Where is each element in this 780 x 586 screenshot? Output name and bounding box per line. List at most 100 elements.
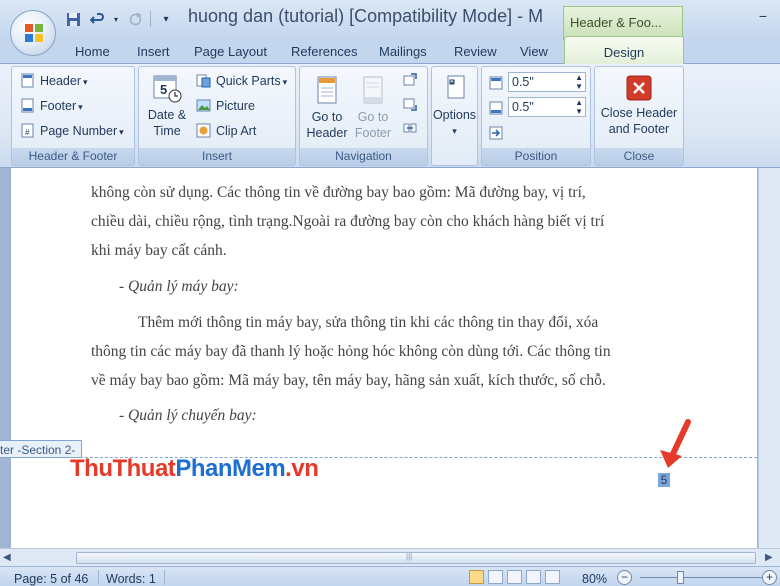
redo-icon[interactable] bbox=[126, 10, 144, 28]
web-layout-view-icon[interactable] bbox=[507, 570, 522, 584]
zoom-level[interactable]: 80% bbox=[582, 572, 607, 586]
tab-page-layout[interactable]: Page Layout bbox=[194, 44, 267, 59]
tab-mailings[interactable]: Mailings bbox=[379, 44, 427, 59]
svg-text:#: # bbox=[25, 128, 30, 137]
watermark-text-c: .vn bbox=[285, 455, 319, 482]
go-to-header-icon bbox=[317, 76, 337, 104]
full-screen-reading-view-icon[interactable] bbox=[488, 570, 503, 584]
picture-label: Picture bbox=[216, 98, 255, 113]
footer-label: Footer bbox=[40, 99, 83, 113]
horizontal-scroll-thumb[interactable] bbox=[76, 552, 756, 564]
scroll-grip-icon: ||| bbox=[406, 552, 413, 561]
tab-references[interactable]: References bbox=[291, 44, 357, 59]
zoom-slider-track[interactable] bbox=[640, 577, 770, 578]
customize-icon[interactable]: ▾ bbox=[157, 10, 175, 28]
date-time-label-1: Date & bbox=[147, 108, 187, 122]
group-label-navigation: Navigation bbox=[300, 148, 427, 165]
scroll-right-icon[interactable]: ▶ bbox=[765, 552, 773, 563]
ribbon: Header Footer # Page Number Header & Foo… bbox=[0, 64, 780, 168]
clip-art-label: Clip Art bbox=[216, 123, 257, 138]
horizontal-scrollbar[interactable]: ◀ ||| ▶ bbox=[0, 548, 780, 566]
footer-spin-arrows[interactable]: ▲ ▼ bbox=[575, 98, 583, 116]
group-options: Options ▾ bbox=[431, 66, 478, 166]
close-header-footer-button[interactable]: Close Header and Footer bbox=[595, 75, 683, 137]
zoom-slider-thumb[interactable] bbox=[677, 571, 684, 584]
zoom-in-button[interactable]: + bbox=[762, 570, 777, 585]
word-count[interactable]: Words: 1 bbox=[106, 572, 156, 586]
header-button[interactable]: Header bbox=[20, 73, 88, 88]
window-title: huong dan (tutorial) [Compatibility Mode… bbox=[188, 6, 544, 26]
go-to-header-button[interactable]: Go to Header bbox=[304, 75, 350, 141]
calendar-day: 5 bbox=[160, 82, 167, 97]
group-position: 0.5" ▲ ▼ 0.5" ▲ ▼ Position bbox=[481, 66, 591, 166]
status-bar: Page: 5 of 46 Words: 1 80% − + bbox=[0, 566, 780, 586]
go-to-header-label-2: Header bbox=[306, 126, 348, 140]
status-separator bbox=[164, 570, 165, 585]
next-section-icon[interactable] bbox=[403, 97, 417, 111]
status-separator bbox=[98, 570, 99, 585]
insert-alignment-tab-icon[interactable] bbox=[488, 125, 504, 141]
link-to-previous-icon[interactable] bbox=[403, 121, 417, 135]
quick-parts-label: Quick Parts bbox=[216, 74, 287, 88]
footer-from-bottom-value: 0.5" bbox=[512, 100, 534, 114]
page-number-button[interactable]: # Page Number bbox=[20, 123, 124, 138]
options-label: Options bbox=[432, 108, 477, 122]
header-label: Header bbox=[40, 74, 88, 88]
group-label-insert: Insert bbox=[139, 148, 295, 165]
qat-separator bbox=[150, 11, 151, 27]
title-bar: ▾ ▾ huong dan (tutorial) [Compatibility … bbox=[0, 0, 780, 40]
picture-button[interactable]: Picture bbox=[196, 98, 255, 113]
minimize-button[interactable]: − bbox=[748, 8, 778, 26]
previous-section-icon[interactable] bbox=[403, 73, 417, 87]
footer-from-bottom-input[interactable]: 0.5" ▲ ▼ bbox=[508, 97, 586, 117]
clip-art-icon bbox=[196, 123, 211, 138]
header-icon bbox=[21, 73, 34, 88]
header-spin-arrows[interactable]: ▲ ▼ bbox=[575, 73, 583, 91]
document-line: Thêm mới thông tin máy bay, sửa thông ti… bbox=[138, 314, 599, 331]
section-heading: - Quản lý chuyến bay: bbox=[119, 407, 257, 424]
options-icon bbox=[447, 75, 464, 99]
group-header-footer: Header Footer # Page Number Header & Foo… bbox=[11, 66, 135, 166]
document-line: chiều dài, chiều rộng, tình trạng.Ngoài … bbox=[91, 213, 605, 230]
go-to-header-label-1: Go to bbox=[311, 110, 343, 124]
go-to-footer-button[interactable]: Go to Footer bbox=[350, 75, 396, 141]
tab-design[interactable]: Design bbox=[564, 36, 684, 65]
scroll-left-icon[interactable]: ◀ bbox=[3, 552, 11, 563]
watermark-logo: ThuThuatPhanMem.vn bbox=[70, 455, 319, 483]
footer-button[interactable]: Footer bbox=[20, 98, 83, 113]
vertical-scrollbar[interactable] bbox=[758, 168, 780, 548]
go-to-footer-icon bbox=[363, 76, 383, 104]
options-dropdown-icon: ▾ bbox=[452, 126, 457, 136]
quick-access-toolbar: ▾ ▾ bbox=[64, 8, 175, 30]
save-icon[interactable] bbox=[64, 10, 82, 28]
print-layout-view-icon[interactable] bbox=[469, 570, 484, 584]
undo-icon[interactable] bbox=[88, 10, 106, 28]
page-number-label: Page Number bbox=[40, 124, 124, 138]
section-heading: - Quản lý máy bay: bbox=[119, 278, 239, 295]
clip-art-button[interactable]: Clip Art bbox=[196, 123, 256, 138]
tab-insert[interactable]: Insert bbox=[137, 44, 170, 59]
quick-parts-button[interactable]: Quick Parts bbox=[196, 73, 287, 88]
draft-view-icon[interactable] bbox=[545, 570, 560, 584]
office-button[interactable] bbox=[10, 10, 56, 56]
header-from-top-input[interactable]: 0.5" ▲ ▼ bbox=[508, 72, 586, 92]
footer-page-number[interactable]: 5 bbox=[658, 473, 670, 487]
zoom-out-button[interactable]: − bbox=[617, 570, 632, 585]
tab-home[interactable]: Home bbox=[75, 44, 110, 59]
outline-view-icon[interactable] bbox=[526, 570, 541, 584]
date-time-button[interactable]: 5 Date & Time bbox=[143, 73, 191, 139]
group-label-close: Close bbox=[595, 148, 683, 165]
calendar-clock-icon: 5 bbox=[153, 75, 182, 103]
tab-view[interactable]: View bbox=[520, 44, 548, 59]
page-count[interactable]: Page: 5 of 46 bbox=[14, 572, 88, 586]
close-label-1: Close Header bbox=[600, 106, 678, 120]
options-button[interactable]: Options ▾ bbox=[432, 73, 477, 139]
page-number-icon: # bbox=[21, 123, 34, 138]
undo-dropdown-icon[interactable]: ▾ bbox=[112, 10, 120, 28]
office-logo-icon bbox=[25, 24, 43, 42]
date-time-label-2: Time bbox=[153, 124, 181, 138]
tab-review[interactable]: Review bbox=[454, 44, 497, 59]
group-navigation: Go to Header Go to Footer Navigation bbox=[299, 66, 428, 166]
go-to-footer-label-2: Footer bbox=[354, 126, 392, 140]
group-insert: 5 Date & Time Quick Parts Picture Clip A… bbox=[138, 66, 296, 166]
